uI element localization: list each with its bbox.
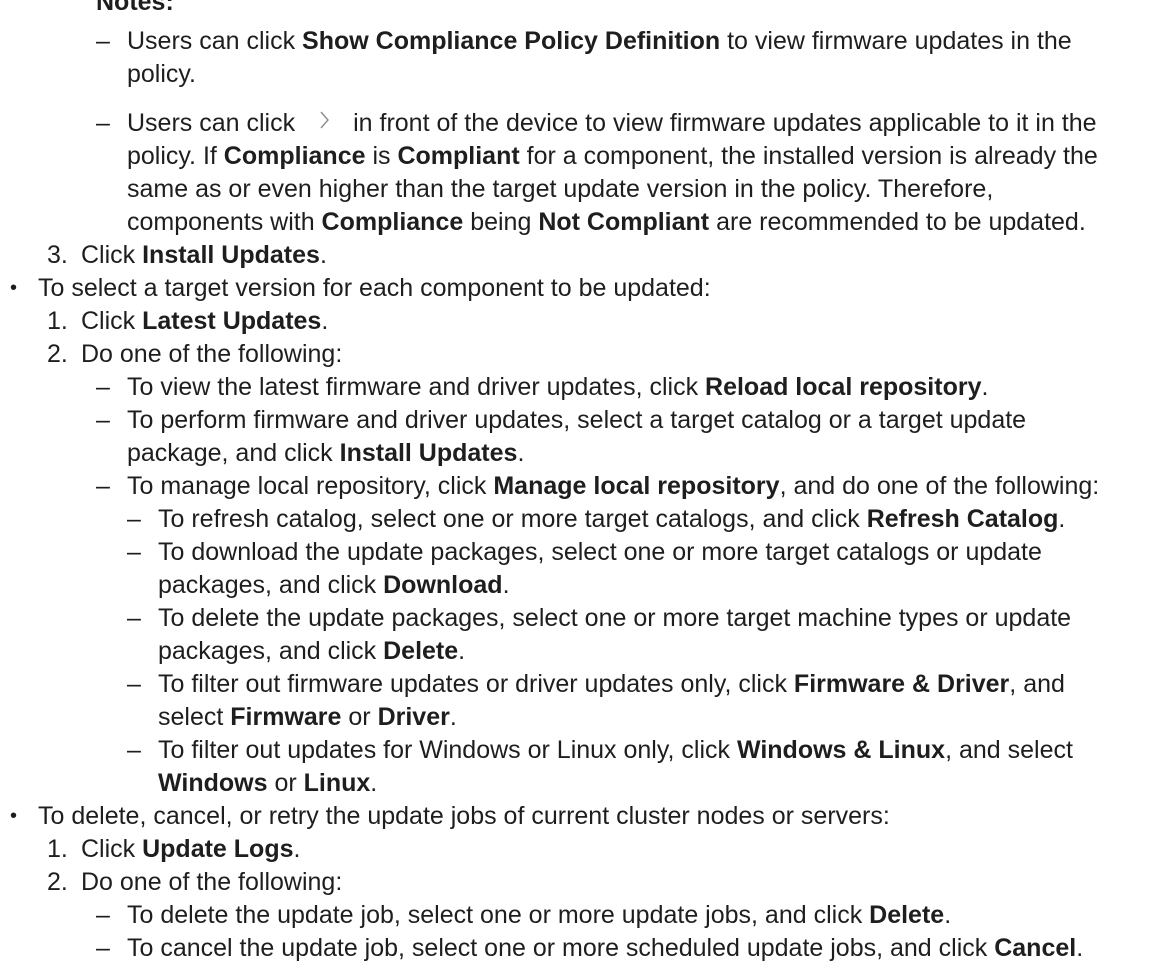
note-2-line-2: policy. If Compliance is Compliant for a… <box>127 142 1098 170</box>
note-1-line-2: policy. <box>127 60 197 88</box>
option-delete-job: To delete the update job, select one or … <box>127 901 952 929</box>
section-3-intro: To delete, cancel, or retry the update j… <box>38 802 890 830</box>
dash-marker: – <box>127 670 141 698</box>
section-2-step-1: Click Latest Updates. <box>81 307 329 335</box>
dash-marker: – <box>127 538 141 566</box>
dash-marker: – <box>96 109 110 137</box>
note-1-line-1: Users can click Show Compliance Policy D… <box>127 27 1072 55</box>
sub-option-download-line-2: packages, and click Download. <box>158 571 510 599</box>
option-cancel-job: To cancel the update job, select one or … <box>127 934 1084 962</box>
step-3-text: Click Install Updates. <box>81 241 327 269</box>
note-2-line-4: components with Compliance being Not Com… <box>127 208 1086 236</box>
dash-marker: – <box>127 736 141 764</box>
step-number: 3. <box>47 241 68 269</box>
option-install-line-2: package, and click Install Updates. <box>127 439 525 467</box>
option-manage: To manage local repository, click Manage… <box>127 472 1100 500</box>
dash-marker: – <box>96 373 110 401</box>
dash-marker: – <box>96 27 110 55</box>
option-install-line-1: To perform firmware and driver updates, … <box>127 406 1027 434</box>
dash-marker: – <box>127 505 141 533</box>
step-number: 2. <box>47 340 68 368</box>
step-number: 2. <box>47 868 68 896</box>
dash-marker: – <box>96 934 110 962</box>
sub-option-filter-fw-line-2: select Firmware or Driver. <box>158 703 457 731</box>
sub-option-delete-line-1: To delete the update packages, select on… <box>158 604 1072 632</box>
sub-option-refresh: To refresh catalog, select one or more t… <box>158 505 1066 533</box>
option-reload: To view the latest firmware and driver u… <box>127 373 989 401</box>
sub-option-filter-os-line-1: To filter out updates for Windows or Lin… <box>158 736 1073 764</box>
sub-option-filter-fw-line-1: To filter out firmware updates or driver… <box>158 670 1065 698</box>
dash-marker: – <box>96 472 110 500</box>
note-2-line-3: same as or even higher than the target u… <box>127 175 994 203</box>
note-2-line-1: Users can click in front of the device to… <box>127 109 1097 137</box>
notes-heading: Notes: <box>96 0 174 16</box>
dash-marker: – <box>127 604 141 632</box>
sub-option-delete-line-2: packages, and click Delete. <box>158 637 466 665</box>
section-2-intro: To select a target version for each comp… <box>38 274 711 302</box>
chevron-right-icon <box>307 109 341 133</box>
section-3-step-2: Do one of the following: <box>81 868 343 896</box>
dash-marker: – <box>96 901 110 929</box>
section-2-step-2: Do one of the following: <box>81 340 343 368</box>
sub-option-filter-os-line-2: Windows or Linux. <box>158 769 378 797</box>
bullet-marker: • <box>10 805 18 827</box>
dash-marker: – <box>96 406 110 434</box>
sub-option-download-line-1: To download the update packages, select … <box>158 538 1042 566</box>
bullet-marker: • <box>10 277 18 299</box>
step-number: 1. <box>47 307 68 335</box>
step-number: 1. <box>47 835 68 863</box>
section-3-step-1: Click Update Logs. <box>81 835 301 863</box>
